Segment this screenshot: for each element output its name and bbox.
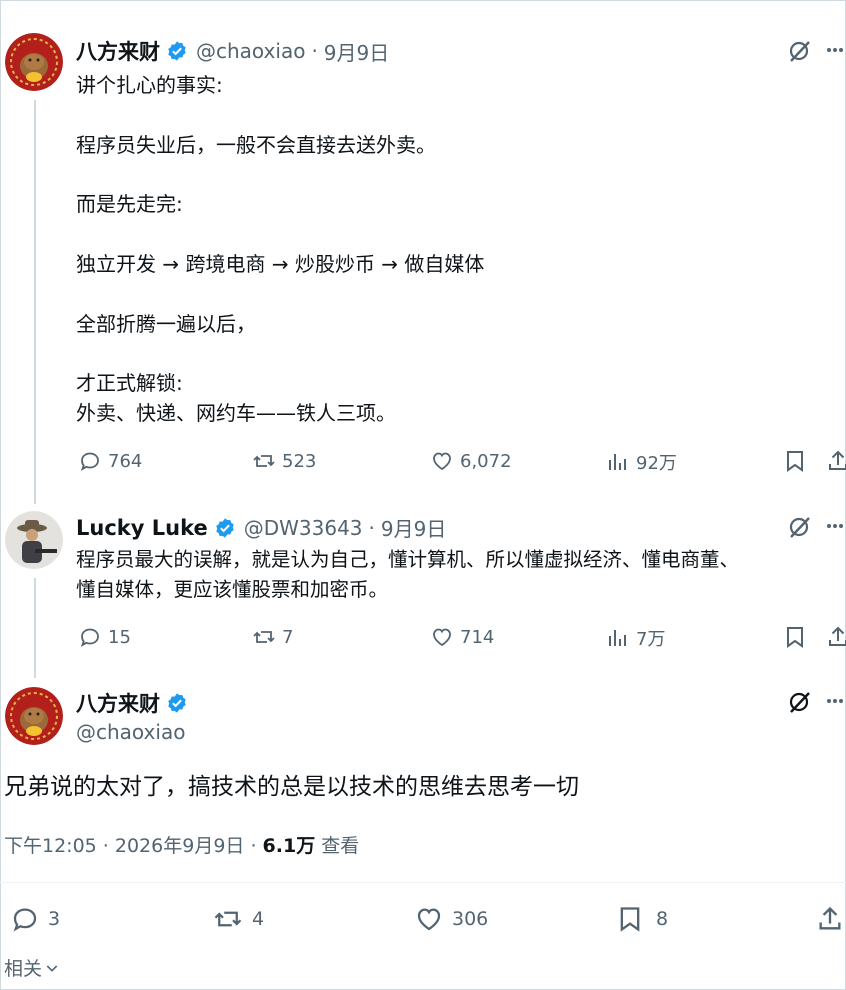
reply-count: 3 [48, 908, 61, 930]
like-count: 306 [452, 908, 489, 930]
like-icon [417, 908, 441, 931]
tweet1-line: 程序员失业后，一般不会直接去送外卖。 [76, 133, 436, 157]
like-icon [433, 452, 451, 471]
retweet-icon [214, 911, 242, 927]
like-button[interactable]: 6,072 [430, 449, 512, 473]
grok-icon[interactable] [787, 38, 813, 64]
tweet1-line: 讲个扎心的事实: [76, 73, 223, 97]
bookmark-icon [620, 907, 640, 932]
like-button[interactable]: 714 [430, 625, 494, 649]
reply-icon [80, 628, 99, 648]
like-button[interactable]: 306 [414, 904, 488, 934]
retweet-icon [253, 631, 275, 643]
tweet1-line: 而是先走完: [76, 192, 183, 216]
author-name[interactable]: 八方来财 [76, 688, 160, 718]
share-icon[interactable] [816, 904, 844, 934]
retweet-icon [253, 455, 275, 467]
bookmark-button[interactable]: 8 [616, 904, 668, 934]
related-toggle[interactable]: 相关 [4, 954, 60, 981]
reply-button[interactable]: 15 [78, 625, 131, 649]
retweet-count: 7 [282, 626, 294, 648]
tweet2-line: 懂自媒体，更应该懂股票和加密币。 [76, 578, 389, 601]
tweet1-line: 独立开发 → 跨境电商 → 炒股炒币 → 做自媒体 [76, 252, 485, 276]
main-tweet-text: 兄弟说的太对了，搞技术的总是以技术的思维去思考一切 [4, 774, 579, 800]
avatar-bafang[interactable] [5, 687, 63, 745]
verified-icon [168, 693, 186, 713]
author-handle[interactable]: @chaoxiao [196, 39, 305, 63]
bookmark-icon[interactable] [783, 625, 807, 649]
reply-button[interactable]: 764 [78, 449, 142, 473]
more-icon[interactable] [826, 47, 844, 53]
reply-button[interactable]: 3 [10, 904, 60, 934]
chevron-down-icon [46, 964, 58, 972]
thread-line [34, 100, 36, 504]
tweet1-header: 八方来财 @chaoxiao · 9月9日 [76, 36, 389, 66]
avatar-lucky-luke[interactable] [5, 511, 63, 569]
share-icon[interactable] [826, 449, 846, 473]
reply-count: 764 [108, 450, 143, 472]
views-button[interactable]: 7万 [606, 625, 665, 651]
reply-count: 15 [108, 626, 131, 648]
retweet-count: 4 [252, 908, 265, 930]
timestamp-text: 下午12:05 · 2026年9月9日 · [4, 835, 263, 857]
retweet-button[interactable]: 7 [252, 625, 293, 649]
verified-icon [216, 517, 234, 538]
retweet-button[interactable]: 523 [252, 449, 316, 473]
bookmark-count: 8 [656, 908, 669, 930]
bookmark-icon[interactable] [783, 449, 807, 473]
author-name[interactable]: 八方来财 [76, 36, 160, 66]
tweet1-line: 全部折腾一遍以后， [76, 312, 256, 336]
views-count: 7万 [636, 629, 666, 650]
separator-dot: · [368, 515, 375, 540]
like-icon [433, 628, 451, 647]
more-icon[interactable] [826, 698, 844, 704]
divider [0, 882, 846, 883]
tweet1-line: 外卖、快递、网约车——铁人三项。 [76, 401, 396, 425]
views-icon [609, 630, 626, 646]
author-name[interactable]: Lucky Luke [76, 516, 208, 540]
like-count: 6,072 [460, 450, 512, 472]
tweet2-header: Lucky Luke @DW33643 · 9月9日 [76, 513, 446, 542]
author-handle[interactable]: @chaoxiao [76, 720, 185, 744]
grok-icon[interactable] [787, 514, 813, 540]
views-button[interactable]: 92万 [606, 449, 677, 475]
main-header: 八方来财 [76, 688, 188, 718]
reply-icon [80, 452, 99, 472]
separator-dot: · [311, 39, 318, 63]
verified-icon [168, 41, 186, 61]
view-label: 查看 [315, 835, 360, 857]
grok-icon[interactable] [787, 689, 813, 715]
tweet-date[interactable]: 9月9日 [381, 513, 446, 542]
author-handle[interactable]: @DW33643 [244, 516, 363, 540]
reply-icon [13, 908, 37, 932]
tweet-date[interactable]: 9月9日 [324, 37, 389, 66]
views-count: 92万 [636, 453, 677, 474]
views-icon [609, 454, 626, 470]
like-count: 714 [460, 626, 495, 648]
related-label: 相关 [4, 958, 43, 980]
retweet-count: 523 [282, 450, 317, 472]
tweet1-line: 才正式解锁: [76, 371, 183, 395]
tweet-timestamp[interactable]: 下午12:05 · 2026年9月9日 · 6.1万 查看 [4, 831, 359, 858]
tweet2-line: 程序员最大的误解，就是认为自己，懂计算机、所以懂虚拟经济、懂电商董、 [76, 548, 740, 571]
share-icon[interactable] [826, 625, 846, 649]
retweet-button[interactable]: 4 [212, 904, 264, 934]
thread-line [34, 578, 36, 678]
more-icon[interactable] [826, 523, 844, 529]
view-count: 6.1万 [262, 835, 316, 857]
avatar-bafang[interactable] [5, 33, 63, 91]
